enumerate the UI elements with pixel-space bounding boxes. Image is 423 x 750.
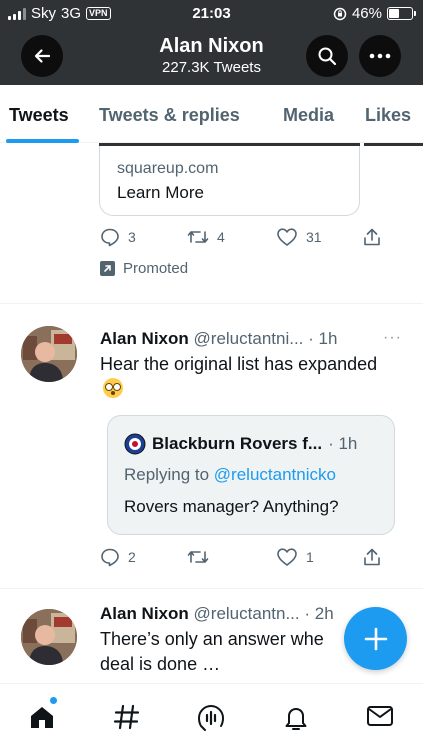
reply-count: 2	[128, 549, 136, 565]
reply-button[interactable]: 2	[100, 547, 136, 567]
search-icon	[318, 47, 337, 66]
nav-home[interactable]	[28, 704, 56, 735]
like-button[interactable]: 31	[276, 227, 322, 247]
tab-likes[interactable]: Likes	[365, 105, 411, 126]
tweet-header: Alan Nixon @reluctantn... · 2h	[100, 604, 334, 624]
compose-tweet-button[interactable]	[344, 607, 407, 670]
retweet-count: 4	[217, 229, 225, 245]
plus-icon	[364, 627, 387, 650]
share-button[interactable]	[362, 227, 382, 247]
status-bar: Sky 3G VPN 21:03 46%	[0, 0, 423, 28]
share-icon	[364, 228, 380, 246]
quote-time: · 1h	[328, 434, 358, 453]
explore-hashtag-icon	[113, 704, 140, 730]
battery-icon	[387, 7, 416, 20]
more-icon	[369, 53, 391, 59]
notifications-bell-icon	[285, 708, 307, 730]
bottom-navigation	[0, 683, 423, 750]
promoted-arrow-icon	[100, 261, 115, 276]
like-button[interactable]: 1	[276, 547, 314, 567]
nav-notifications[interactable]	[282, 704, 310, 737]
home-icon	[31, 707, 53, 728]
tweet-divider	[0, 303, 423, 304]
nav-explore[interactable]	[113, 704, 141, 735]
home-notification-dot	[50, 697, 57, 704]
status-right: 46%	[333, 5, 416, 22]
profile-tabs: Tweets Tweets & replies Media Likes	[0, 85, 423, 143]
search-button[interactable]	[306, 35, 348, 77]
author-handle[interactable]: @reluctantni...	[194, 329, 304, 348]
tweet-body: Hear the original list has expanded	[100, 354, 378, 374]
author-name[interactable]: Alan Nixon	[100, 329, 189, 348]
reply-button[interactable]: 3	[100, 227, 136, 247]
tweet-time: · 2h	[304, 604, 334, 623]
card-domain: squareup.com	[117, 160, 219, 177]
retweet-icon	[187, 551, 209, 563]
replying-to: Replying to @reluctantnicko	[124, 465, 336, 485]
tweet-header: Alan Nixon @reluctantni... · 1h	[100, 329, 337, 349]
flushed-face-emoji	[103, 378, 123, 398]
club-crest-icon	[124, 433, 146, 455]
replying-to-label: Replying to	[124, 465, 210, 484]
profile-header: Sky 3G VPN 21:03 46% Alan Nixon 227.3K T…	[0, 0, 423, 85]
battery-fill	[389, 9, 399, 18]
quote-author-name: Blackburn Rovers f...	[152, 434, 323, 453]
orientation-lock-icon	[333, 7, 347, 20]
tab-tweets-and-replies[interactable]: Tweets & replies	[99, 105, 240, 126]
promo-action-row: 3 4 31	[0, 227, 423, 251]
promoted-label: Promoted	[100, 260, 188, 277]
link-card[interactable]	[99, 143, 360, 216]
share-button[interactable]	[362, 547, 382, 567]
reply-icon	[101, 228, 119, 247]
reply-icon	[101, 548, 119, 567]
card-media-edge	[99, 143, 360, 146]
tweet-text: Hear the original list has expanded	[100, 352, 400, 402]
like-count: 31	[306, 229, 322, 245]
replying-to-mention[interactable]: @reluctantnicko	[214, 465, 336, 484]
nav-spaces[interactable]	[197, 704, 225, 737]
active-tab-indicator	[6, 139, 79, 143]
messages-envelope-icon	[367, 706, 393, 726]
avatar-photo	[21, 326, 77, 382]
tweet-divider	[0, 588, 423, 589]
heart-icon	[277, 228, 297, 246]
like-count: 1	[306, 549, 314, 565]
card-cta[interactable]: Learn More	[117, 183, 204, 203]
quote-header: Blackburn Rovers f... · 1h	[124, 433, 357, 455]
tweet-action-row: 2 1	[0, 547, 423, 571]
tweet-time: · 1h	[308, 329, 338, 348]
share-icon	[364, 548, 380, 566]
more-button[interactable]	[359, 35, 401, 77]
spaces-icon	[197, 704, 225, 731]
battery-percent: 46%	[351, 5, 382, 22]
retweet-button[interactable]	[187, 547, 217, 567]
reply-count: 3	[128, 229, 136, 245]
avatar-photo	[21, 609, 77, 665]
heart-icon	[277, 548, 297, 566]
retweet-icon	[187, 231, 209, 243]
author-name[interactable]: Alan Nixon	[100, 604, 189, 623]
tab-media[interactable]: Media	[283, 105, 334, 126]
tab-tweets[interactable]: Tweets	[9, 105, 69, 126]
nav-messages[interactable]	[366, 704, 394, 733]
quoted-tweet[interactable]: Blackburn Rovers f... · 1h Replying to @…	[107, 415, 395, 535]
avatar[interactable]	[21, 609, 77, 665]
quote-text: Rovers manager? Anything?	[124, 497, 339, 516]
avatar[interactable]	[21, 326, 77, 382]
retweet-button[interactable]: 4	[187, 227, 225, 247]
promoted-text: Promoted	[123, 260, 189, 277]
tweet-more-icon[interactable]: ···	[383, 329, 402, 347]
card-media-edge-next	[364, 143, 423, 146]
author-handle[interactable]: @reluctantn...	[194, 604, 300, 623]
